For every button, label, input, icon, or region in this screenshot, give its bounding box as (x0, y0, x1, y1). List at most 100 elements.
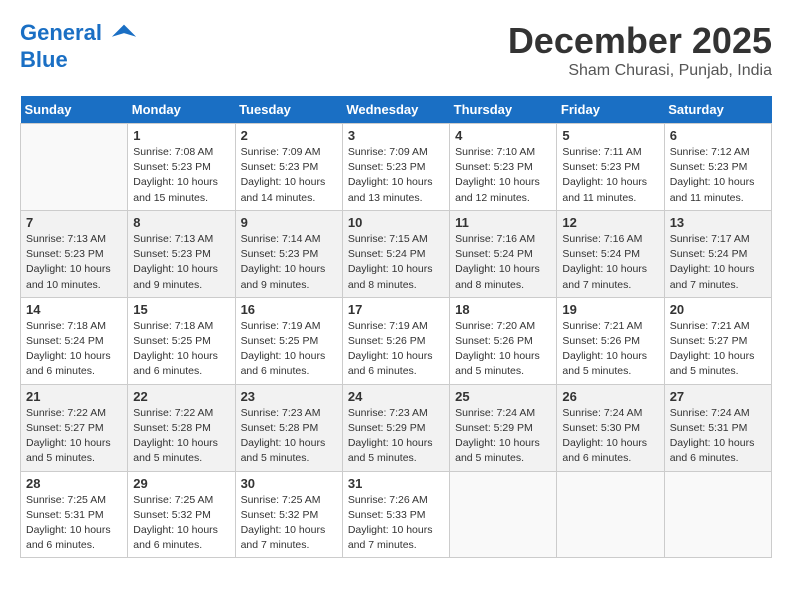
day-number: 28 (26, 476, 122, 491)
day-number: 16 (241, 302, 337, 317)
day-info: Sunrise: 7:16 AMSunset: 5:24 PMDaylight:… (455, 232, 551, 293)
day-number: 3 (348, 128, 444, 143)
day-info: Sunrise: 7:22 AMSunset: 5:28 PMDaylight:… (133, 406, 229, 467)
day-cell: 21Sunrise: 7:22 AMSunset: 5:27 PMDayligh… (21, 384, 128, 471)
day-cell: 14 Sunrise: 7:18 AMSunset: 5:24 PMDayligh… (21, 297, 128, 384)
day-number: 19 (562, 302, 658, 317)
day-cell: 7 Sunrise: 7:13 AMSunset: 5:23 PMDaylight… (21, 210, 128, 297)
day-number: 4 (455, 128, 551, 143)
day-number: 20 (670, 302, 766, 317)
day-cell: 24 Sunrise: 7:23 AMSunset: 5:29 PMDayligh… (342, 384, 449, 471)
month-title: December 2025 (508, 20, 772, 62)
day-number: 24 (348, 389, 444, 404)
day-cell: 17 Sunrise: 7:19 AMSunset: 5:26 PMDayligh… (342, 297, 449, 384)
day-info: Sunrise: 7:08 AMSunset: 5:23 PMDaylight:… (133, 145, 229, 206)
day-number: 22 (133, 389, 229, 404)
logo-text: General (20, 20, 138, 48)
week-row-1: 1 Sunrise: 7:08 AMSunset: 5:23 PMDaylight… (21, 124, 772, 211)
day-info: Sunrise: 7:16 AMSunset: 5:24 PMDaylight:… (562, 232, 658, 293)
day-cell: 28 Sunrise: 7:25 AMSunset: 5:31 PMDayligh… (21, 471, 128, 558)
calendar-table: SundayMondayTuesdayWednesdayThursdayFrid… (20, 96, 772, 558)
day-number: 29 (133, 476, 229, 491)
day-info: Sunrise: 7:09 AMSunset: 5:23 PMDaylight:… (348, 145, 444, 206)
day-number: 14 (26, 302, 122, 317)
day-cell: 3 Sunrise: 7:09 AMSunset: 5:23 PMDaylight… (342, 124, 449, 211)
day-number: 17 (348, 302, 444, 317)
header-row: SundayMondayTuesdayWednesdayThursdayFrid… (21, 96, 772, 124)
day-cell: 20 Sunrise: 7:21 AMSunset: 5:27 PMDayligh… (664, 297, 771, 384)
day-info: Sunrise: 7:19 AMSunset: 5:26 PMDaylight:… (348, 319, 444, 380)
day-cell: 9 Sunrise: 7:14 AMSunset: 5:23 PMDaylight… (235, 210, 342, 297)
day-cell: 16 Sunrise: 7:19 AMSunset: 5:25 PMDayligh… (235, 297, 342, 384)
day-cell: 19Sunrise: 7:21 AMSunset: 5:26 PMDayligh… (557, 297, 664, 384)
day-info: Sunrise: 7:10 AMSunset: 5:23 PMDaylight:… (455, 145, 551, 206)
day-cell: 26 Sunrise: 7:24 AMSunset: 5:30 PMDayligh… (557, 384, 664, 471)
header-tuesday: Tuesday (235, 96, 342, 124)
day-info: Sunrise: 7:21 AMSunset: 5:27 PMDaylight:… (670, 319, 766, 380)
day-info: Sunrise: 7:25 AMSunset: 5:32 PMDaylight:… (133, 493, 229, 554)
day-info: Sunrise: 7:24 AMSunset: 5:29 PMDaylight:… (455, 406, 551, 467)
logo: General Blue (20, 20, 138, 72)
week-row-3: 14 Sunrise: 7:18 AMSunset: 5:24 PMDayligh… (21, 297, 772, 384)
day-cell (664, 471, 771, 558)
day-info: Sunrise: 7:14 AMSunset: 5:23 PMDaylight:… (241, 232, 337, 293)
day-cell (450, 471, 557, 558)
day-cell: 15Sunrise: 7:18 AMSunset: 5:25 PMDayligh… (128, 297, 235, 384)
day-number: 21 (26, 389, 122, 404)
day-number: 6 (670, 128, 766, 143)
logo-bird-icon (110, 20, 138, 48)
day-info: Sunrise: 7:19 AMSunset: 5:25 PMDaylight:… (241, 319, 337, 380)
day-cell: 6 Sunrise: 7:12 AMSunset: 5:23 PMDaylight… (664, 124, 771, 211)
day-cell: 5Sunrise: 7:11 AMSunset: 5:23 PMDaylight… (557, 124, 664, 211)
day-number: 26 (562, 389, 658, 404)
day-cell: 27 Sunrise: 7:24 AMSunset: 5:31 PMDayligh… (664, 384, 771, 471)
location-subtitle: Sham Churasi, Punjab, India (508, 62, 772, 80)
page-header: General Blue December 2025 Sham Churasi,… (20, 20, 772, 80)
day-cell: 22 Sunrise: 7:22 AMSunset: 5:28 PMDayligh… (128, 384, 235, 471)
day-info: Sunrise: 7:18 AMSunset: 5:25 PMDaylight:… (133, 319, 229, 380)
day-number: 8 (133, 215, 229, 230)
day-cell: 2 Sunrise: 7:09 AMSunset: 5:23 PMDaylight… (235, 124, 342, 211)
day-number: 1 (133, 128, 229, 143)
day-cell: 18 Sunrise: 7:20 AMSunset: 5:26 PMDayligh… (450, 297, 557, 384)
day-number: 18 (455, 302, 551, 317)
day-cell: 25 Sunrise: 7:24 AMSunset: 5:29 PMDayligh… (450, 384, 557, 471)
day-cell: 13Sunrise: 7:17 AMSunset: 5:24 PMDayligh… (664, 210, 771, 297)
day-number: 10 (348, 215, 444, 230)
day-info: Sunrise: 7:18 AMSunset: 5:24 PMDaylight:… (26, 319, 122, 380)
day-number: 9 (241, 215, 337, 230)
day-number: 30 (241, 476, 337, 491)
day-info: Sunrise: 7:24 AMSunset: 5:31 PMDaylight:… (670, 406, 766, 467)
day-info: Sunrise: 7:23 AMSunset: 5:29 PMDaylight:… (348, 406, 444, 467)
day-number: 5 (562, 128, 658, 143)
day-info: Sunrise: 7:24 AMSunset: 5:30 PMDaylight:… (562, 406, 658, 467)
day-cell: 11 Sunrise: 7:16 AMSunset: 5:24 PMDayligh… (450, 210, 557, 297)
day-number: 27 (670, 389, 766, 404)
day-number: 25 (455, 389, 551, 404)
header-friday: Friday (557, 96, 664, 124)
day-cell: 30Sunrise: 7:25 AMSunset: 5:32 PMDayligh… (235, 471, 342, 558)
day-cell (557, 471, 664, 558)
week-row-2: 7 Sunrise: 7:13 AMSunset: 5:23 PMDaylight… (21, 210, 772, 297)
header-wednesday: Wednesday (342, 96, 449, 124)
day-info: Sunrise: 7:15 AMSunset: 5:24 PMDaylight:… (348, 232, 444, 293)
day-info: Sunrise: 7:12 AMSunset: 5:23 PMDaylight:… (670, 145, 766, 206)
title-block: December 2025 Sham Churasi, Punjab, Indi… (508, 20, 772, 80)
day-info: Sunrise: 7:20 AMSunset: 5:26 PMDaylight:… (455, 319, 551, 380)
day-info: Sunrise: 7:25 AMSunset: 5:31 PMDaylight:… (26, 493, 122, 554)
header-sunday: Sunday (21, 96, 128, 124)
day-info: Sunrise: 7:23 AMSunset: 5:28 PMDaylight:… (241, 406, 337, 467)
header-monday: Monday (128, 96, 235, 124)
week-row-4: 21Sunrise: 7:22 AMSunset: 5:27 PMDayligh… (21, 384, 772, 471)
day-cell: 31Sunrise: 7:26 AMSunset: 5:33 PMDayligh… (342, 471, 449, 558)
day-cell: 23 Sunrise: 7:23 AMSunset: 5:28 PMDayligh… (235, 384, 342, 471)
day-cell: 29 Sunrise: 7:25 AMSunset: 5:32 PMDayligh… (128, 471, 235, 558)
day-number: 23 (241, 389, 337, 404)
day-number: 11 (455, 215, 551, 230)
day-cell: 8Sunrise: 7:13 AMSunset: 5:23 PMDaylight… (128, 210, 235, 297)
day-info: Sunrise: 7:13 AMSunset: 5:23 PMDaylight:… (26, 232, 122, 293)
logo-blue: Blue (20, 48, 138, 72)
day-number: 2 (241, 128, 337, 143)
day-info: Sunrise: 7:09 AMSunset: 5:23 PMDaylight:… (241, 145, 337, 206)
day-number: 7 (26, 215, 122, 230)
